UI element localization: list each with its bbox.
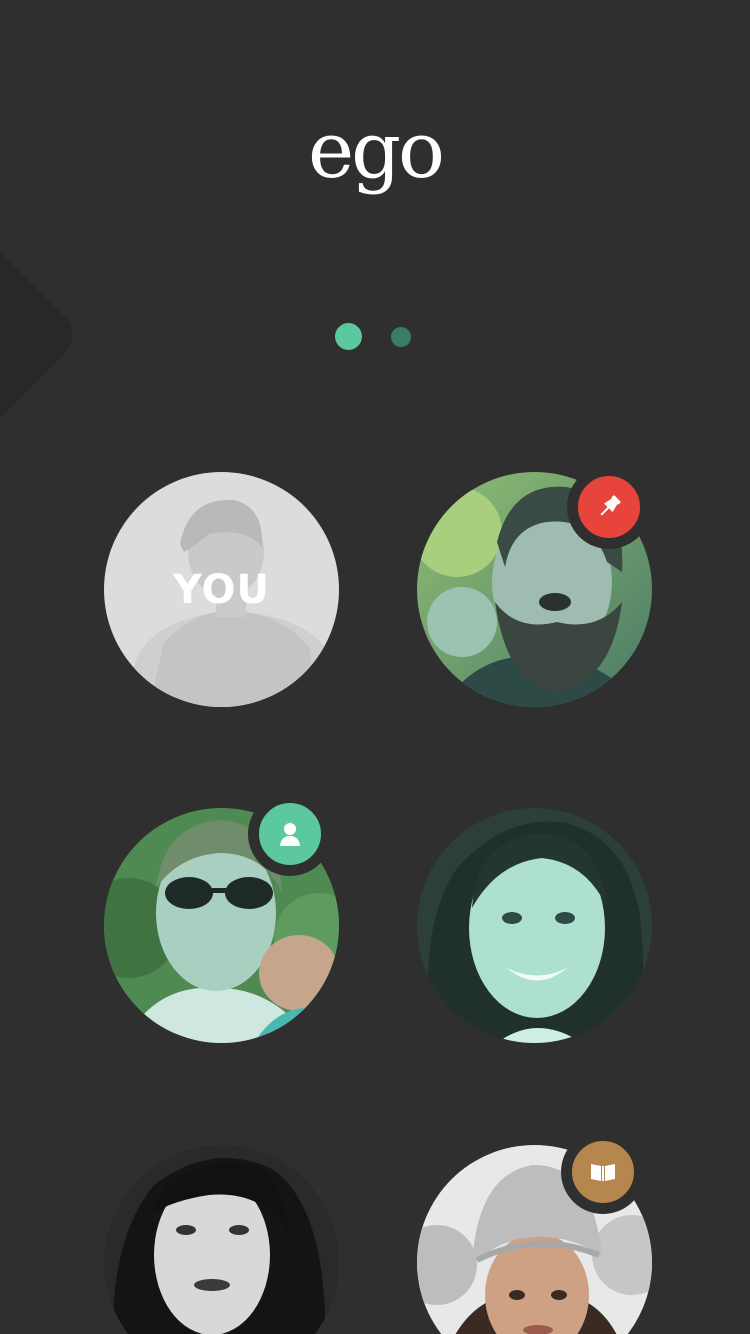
book-badge[interactable] [561, 1130, 645, 1214]
pinned-badge[interactable] [567, 465, 651, 549]
avatar-photo [417, 808, 652, 1043]
person-icon [280, 823, 300, 846]
you-label: YOU [172, 566, 271, 613]
app-logo: ego [307, 106, 445, 196]
avatar-contact[interactable] [104, 1145, 339, 1334]
book-icon [591, 1164, 615, 1181]
page-dot[interactable] [391, 327, 411, 347]
avatar-contact[interactable] [417, 808, 652, 1043]
avatar-photo [104, 1145, 339, 1334]
page-indicator [0, 323, 750, 351]
contact-badge[interactable] [248, 792, 332, 876]
avatar-you[interactable]: YOU [104, 472, 339, 707]
app-screen: ego YOU [0, 0, 750, 1334]
page-dot-active[interactable] [335, 323, 362, 350]
pin-icon [600, 495, 621, 516]
